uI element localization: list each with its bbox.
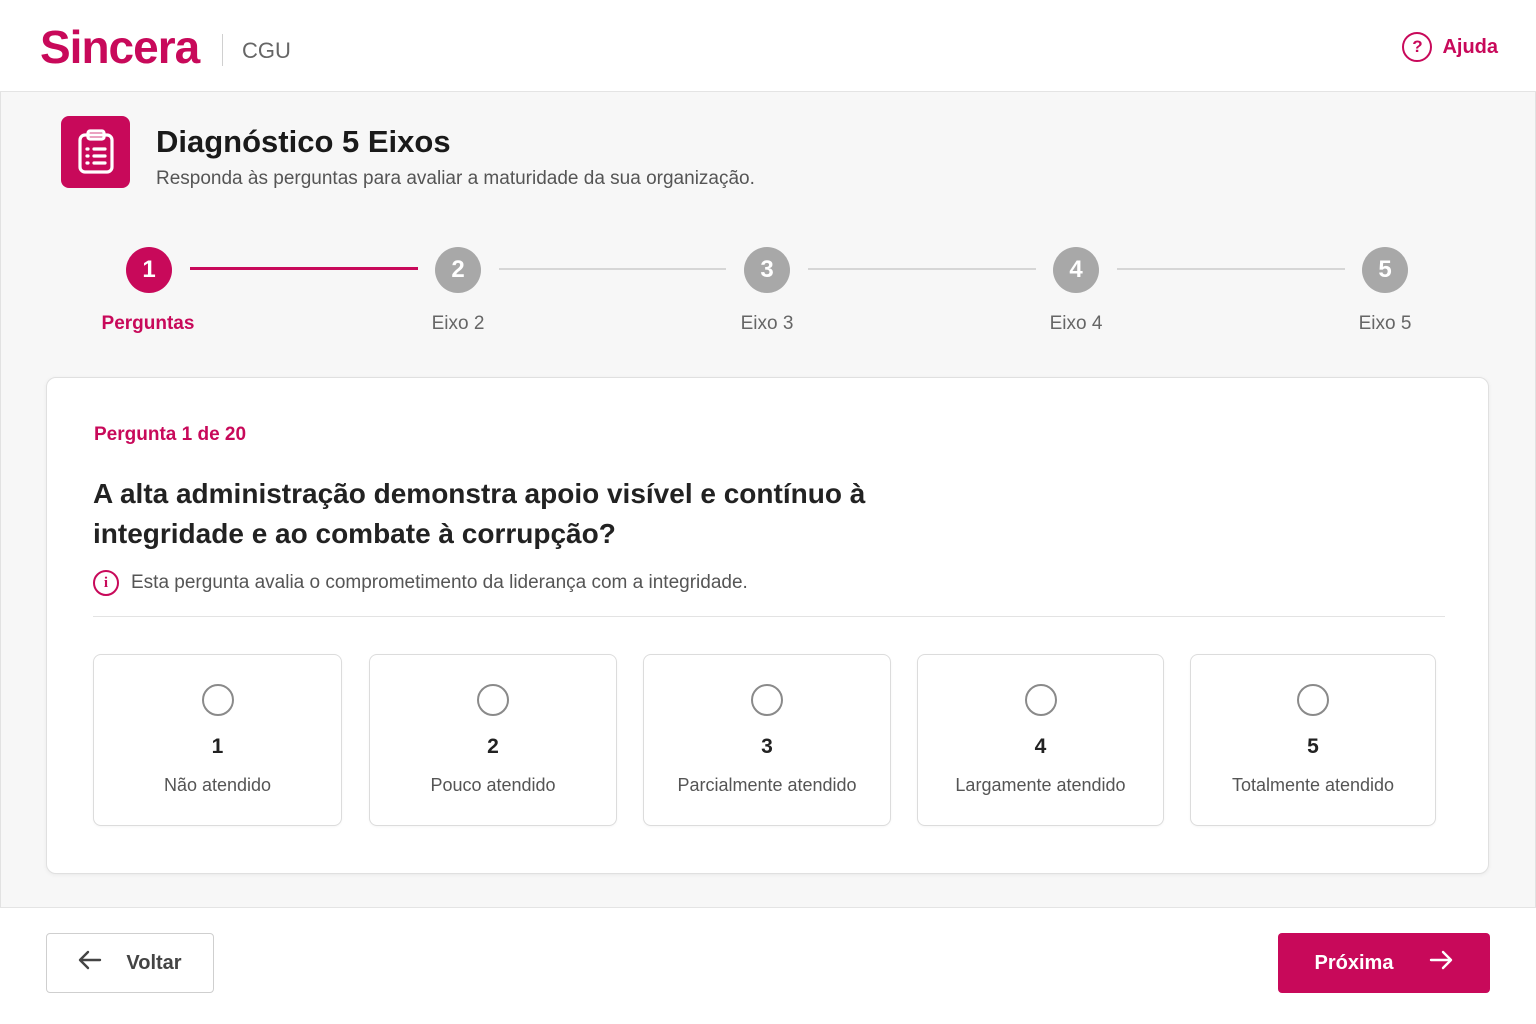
question-card: Pergunta 1 de 20 A alta administração de…: [46, 377, 1489, 874]
radio-button[interactable]: [751, 684, 783, 716]
step-label-perguntas[interactable]: Perguntas: [68, 313, 228, 335]
step-label-eixo-4[interactable]: Eixo 4: [996, 313, 1156, 335]
help-label: Ajuda: [1442, 35, 1498, 58]
step-circle-3[interactable]: 3: [744, 247, 790, 293]
question-hint: i Esta pergunta avalia o comprometimento…: [93, 570, 748, 596]
answer-option-4[interactable]: 4 Largamente atendido: [917, 654, 1164, 826]
step-label-eixo-5[interactable]: Eixo 5: [1305, 313, 1465, 335]
back-button-label: Voltar: [126, 951, 182, 974]
arrow-left-icon: [78, 950, 102, 976]
question-circle-icon: ?: [1402, 32, 1433, 62]
next-button[interactable]: Próxima: [1278, 933, 1490, 993]
option-value: 3: [761, 735, 773, 758]
option-label: Parcialmente atendido: [677, 775, 857, 795]
question-text: A alta administração demonstra apoio vis…: [93, 478, 866, 549]
clipboard-list-icon: [61, 116, 130, 188]
question-counter: Pergunta 1 de 20: [94, 424, 247, 445]
option-label: Pouco atendido: [430, 775, 556, 795]
next-button-label: Próxima: [1314, 951, 1394, 974]
question-hint-text: Esta pergunta avalia o comprometimento d…: [131, 572, 748, 593]
back-button[interactable]: Voltar: [46, 933, 214, 993]
brand-divider: [222, 34, 223, 66]
radio-button[interactable]: [477, 684, 509, 716]
option-value: 2: [487, 735, 499, 758]
answer-option-3[interactable]: 3 Parcialmente atendido: [643, 654, 891, 826]
option-value: 5: [1307, 735, 1319, 758]
option-label: Não atendido: [163, 775, 272, 795]
option-value: 1: [211, 735, 224, 758]
footer-bar: Voltar Próxima: [0, 907, 1536, 1024]
step-circle-2[interactable]: 2: [435, 247, 481, 293]
option-label: Largamente atendido: [955, 775, 1126, 795]
radio-button[interactable]: [201, 684, 234, 716]
step-circle-4[interactable]: 4: [1053, 247, 1099, 293]
arrow-right-icon: [1429, 950, 1453, 976]
answer-option-5[interactable]: 5 Totalmente atendido: [1190, 654, 1436, 826]
step-label-eixo-3[interactable]: Eixo 3: [687, 313, 847, 335]
page-subtitle: Responda às perguntas para avaliar a mat…: [156, 168, 755, 189]
info-icon: i: [93, 570, 119, 596]
brand-logo[interactable]: Sincera: [40, 20, 200, 74]
step-circle-5[interactable]: 5: [1362, 247, 1408, 293]
radio-button[interactable]: [1297, 684, 1329, 716]
step-circle-1[interactable]: 1: [126, 247, 172, 293]
help-link[interactable]: ? Ajuda: [1402, 32, 1498, 62]
step-label-eixo-2[interactable]: Eixo 2: [378, 313, 538, 335]
option-label: Totalmente atendido: [1231, 775, 1395, 795]
divider: [93, 616, 1445, 617]
radio-button[interactable]: [1024, 684, 1057, 716]
step-connector-3: [808, 268, 1036, 270]
step-connector-4: [1117, 268, 1345, 270]
answer-option-2[interactable]: 2 Pouco atendido: [369, 654, 617, 826]
step-connector-1: [190, 267, 418, 270]
option-value: 4: [1034, 735, 1047, 758]
step-connector-2: [499, 268, 726, 270]
answer-option-1[interactable]: 1 Não atendido: [93, 654, 342, 826]
page-title: Diagnóstico 5 Eixos: [156, 124, 451, 159]
top-bar: Sincera CGU ? Ajuda: [0, 0, 1536, 92]
organization-name: CGU: [242, 38, 291, 63]
